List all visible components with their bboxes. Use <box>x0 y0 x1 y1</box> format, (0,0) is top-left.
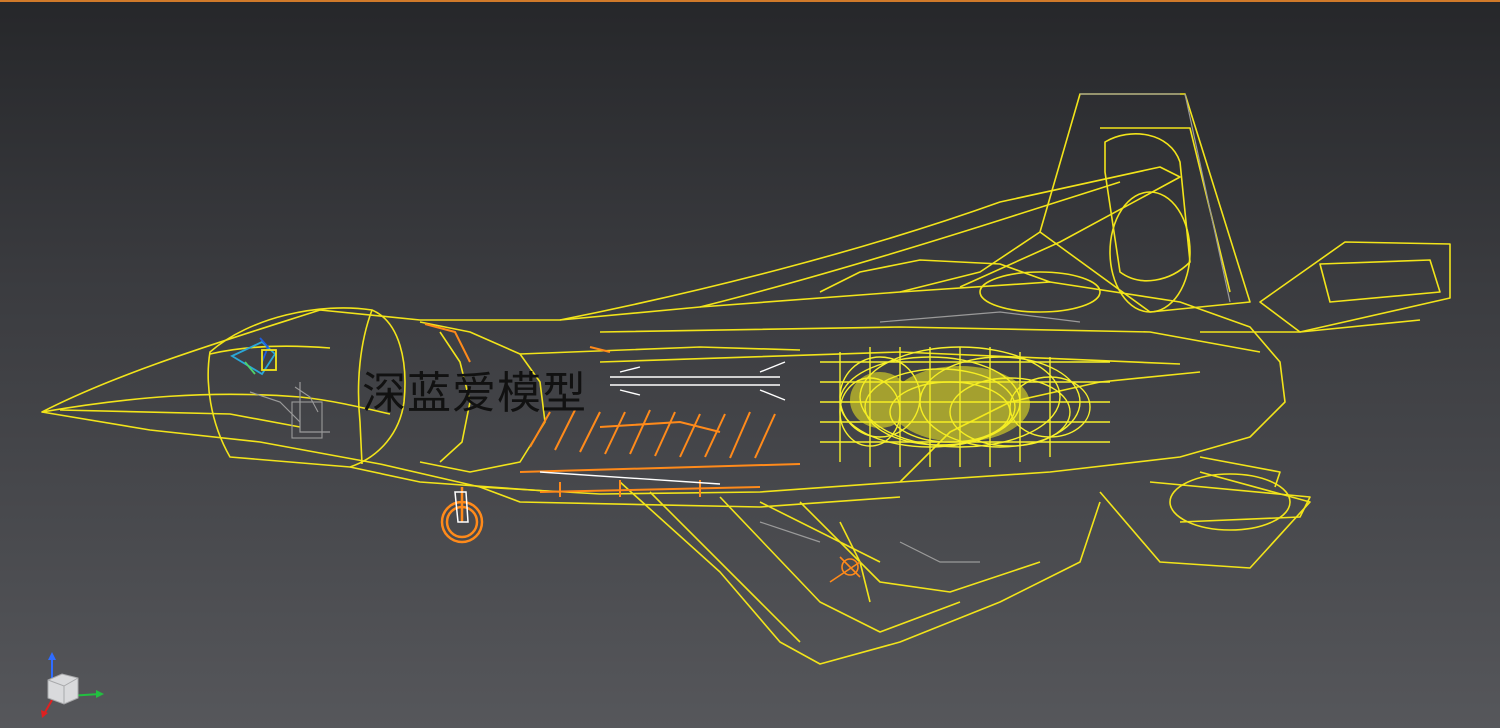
vertical-tail <box>1039 93 1251 313</box>
view-cube-icon <box>47 673 79 705</box>
aircraft-wireframe <box>41 93 1451 665</box>
view-cube-gizmo[interactable] <box>36 650 108 720</box>
horizontal-stabilizer <box>1259 241 1451 333</box>
watermark-text: 深蓝爱模型 <box>362 368 587 419</box>
nose-gear-wheel <box>440 487 484 544</box>
lower-wing <box>619 481 1101 665</box>
3d-viewport[interactable]: 深蓝爱模型 <box>0 2 1500 728</box>
axis-x-icon <box>41 699 53 718</box>
fuselage-outline <box>41 281 1286 495</box>
